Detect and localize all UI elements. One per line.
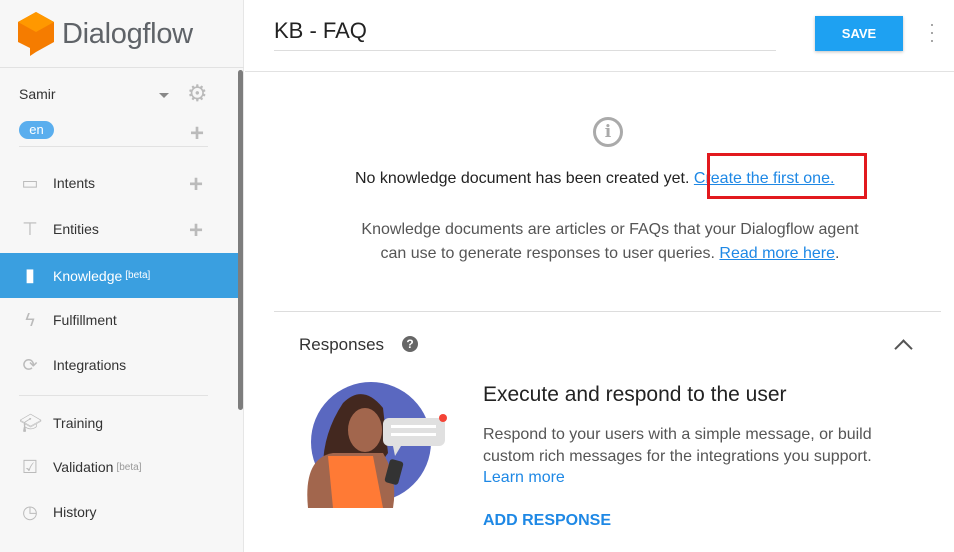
book-icon: ▮ [25,265,35,285]
sidebar-item-training[interactable]: 🎓︎ Training [0,401,238,445]
sidebar-item-label: Fulfillment [53,312,117,328]
highlight-box [707,153,867,199]
sync-icon: ⟳ [22,354,38,375]
desc-line-2: can use to generate responses to user qu… [380,245,715,262]
dialogflow-logo[interactable]: Dialogflow [18,12,193,56]
divider [0,67,244,68]
sidebar-item-label: Knowledge [53,267,123,284]
brand-name: Dialogflow [62,17,193,50]
sidebar-item-knowledge[interactable]: ▮ Knowledge [beta] [0,253,238,298]
empty-description: Knowledge documents are articles or FAQs… [325,218,895,266]
add-response-button[interactable]: ADD RESPONSE [483,512,611,530]
add-intent-icon[interactable]: + [189,173,203,197]
add-entity-icon[interactable]: + [189,219,203,243]
agent-selector[interactable]: Samir [19,86,56,102]
beta-badge: [beta] [125,270,151,281]
period: . [835,245,840,262]
sidebar: Dialogflow Samir ⚙ en + ▭ Intents + ⊤ Enti… [0,0,244,552]
info-icon: i [593,117,623,147]
read-more-link[interactable]: Read more here [719,245,835,262]
divider [19,395,208,396]
learn-more-link[interactable]: Learn more [483,469,565,487]
sitemap-icon: ⊤ [22,218,38,239]
beta-badge: [beta] [116,461,142,473]
graduation-cap-icon: 🎓︎ [19,412,42,433]
responses-heading: Execute and respond to the user [483,383,787,406]
sidebar-item-fulfillment[interactable]: ϟ Fulfillment [0,298,238,342]
sidebar-item-validation[interactable]: ☑ Validation [beta] [0,445,238,489]
sidebar-item-history[interactable]: ◷ History [0,490,238,534]
save-button[interactable]: SAVE [815,16,903,51]
more-vert-icon[interactable]: · · · [927,15,937,49]
help-icon[interactable]: ? [402,336,418,352]
divider [245,71,954,72]
responses-title: Responses [299,335,385,354]
main-content: KB - FAQ SAVE · · · i No knowledge documen… [245,0,954,552]
clock-icon: ◷ [22,501,38,522]
lightning-icon: ϟ [25,309,35,330]
sidebar-item-label: Validation [53,459,114,475]
desc-line-1: Knowledge documents are articles or FAQs… [361,221,859,238]
knowledge-base-title-input[interactable]: KB - FAQ [274,18,776,51]
responses-description: Respond to your users with a simple mess… [483,426,872,465]
chevron-down-icon[interactable] [159,93,169,98]
divider [274,311,941,312]
divider [19,146,208,147]
person-with-phone-illustration [307,382,447,508]
empty-message-text: No knowledge document has been created y… [355,170,690,187]
gear-icon[interactable]: ⚙ [187,82,208,105]
sidebar-item-label: Training [53,415,104,431]
sidebar-item-label: Integrations [53,357,127,373]
sidebar-item-integrations[interactable]: ⟳ Integrations [0,343,238,387]
dialogflow-logo-icon [18,12,54,56]
checkbox-icon: ☑ [21,456,39,477]
sidebar-item-label: History [53,504,97,520]
sidebar-item-label: Entities [53,221,99,237]
sidebar-item-label: Intents [53,175,96,191]
scrollbar[interactable] [238,70,243,410]
add-language-icon[interactable]: + [190,122,204,146]
chat-icon: ▭ [21,172,39,193]
chevron-up-icon[interactable] [894,339,913,358]
language-badge[interactable]: en [19,121,54,139]
